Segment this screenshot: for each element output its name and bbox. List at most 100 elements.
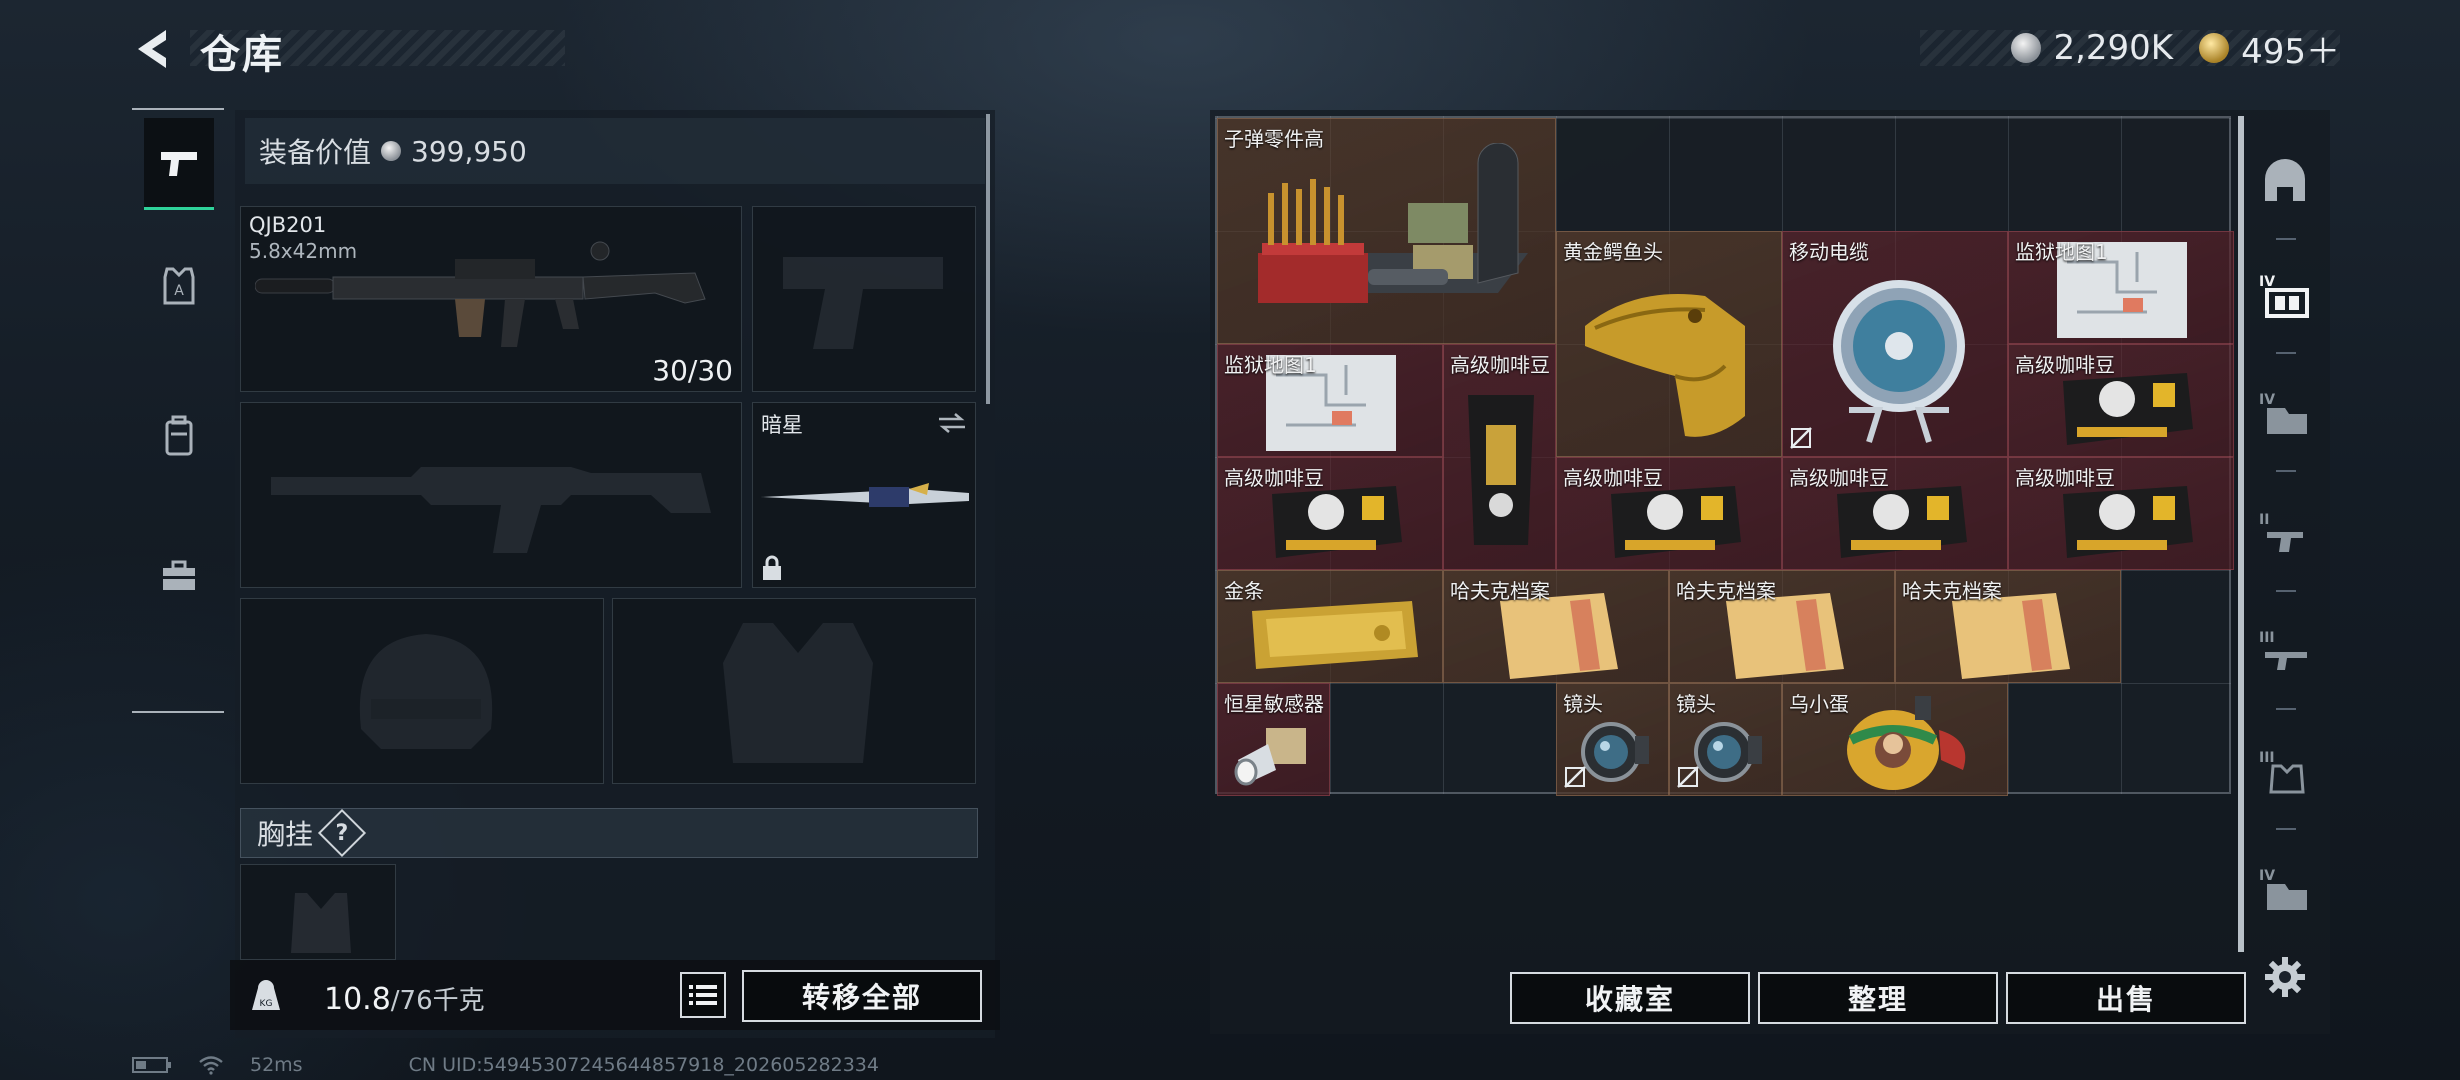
chest-rig-label: 胸挂 [257,818,314,851]
stash-item-crow-egg[interactable]: 乌小蛋 [1782,683,2008,796]
stash-item-hafk-archive[interactable]: 哈夫克档案 [1443,570,1669,683]
not-insured-icon [1564,766,1586,788]
tab-main-stash[interactable] [2254,150,2316,212]
tab-stash-iii-armor[interactable]: III [2254,740,2316,802]
nav-weapons[interactable] [144,118,214,210]
body-armor-slot[interactable] [612,598,976,784]
coffee-pack-icon [2063,486,2193,558]
stash-item-cable-reel[interactable]: 移动电缆 [1782,231,2008,457]
weight-readout: 10.8/76千克 [324,980,485,1017]
folder-icon [1726,593,1844,679]
ammo-crate-icon [1258,143,1528,303]
currency-bar: 2,290K 495＋ [1920,28,2340,72]
stash-item-lens[interactable]: 镜头 [1556,683,1669,796]
equipment-nav: A [132,108,224,713]
tab-stash-iv-active[interactable]: IV [2254,264,2316,326]
list-view-button[interactable] [680,972,726,1018]
user-uid: CN UID:5494530724564485791​8_20260528233… [408,1054,879,1076]
stash-item-ammo-parts[interactable]: 子弹零件高 [1217,118,1556,344]
rifle-icon [255,241,706,347]
sensor-icon [1234,728,1306,786]
gold-bar-icon [1252,601,1418,669]
nav-armor[interactable]: A [144,240,214,332]
svg-text:A: A [174,283,184,299]
stash-item-coffee[interactable]: 高级咖啡豆 [1556,457,1782,570]
backpack-icon [165,415,193,456]
item-label: 哈夫克档案 [1902,579,2002,603]
settings-button[interactable] [2254,946,2316,1008]
chest-rig-slot[interactable] [240,864,396,960]
weapon-ammo: 30/30 [652,354,733,387]
swap-icon[interactable] [937,411,967,435]
pistol-icon [161,151,197,176]
stash-tab-2-icon: II [2259,512,2303,552]
item-label: 乌小蛋 [1789,692,1849,716]
battery-icon [132,1057,171,1073]
svg-text:III: III [2259,630,2275,646]
cable-reel-icon [1833,280,1965,443]
stash-item-coffee[interactable]: 高级咖啡豆 [2008,457,2234,570]
back-button[interactable] [130,24,180,74]
stash-tab-4c-icon: IV [2259,868,2307,910]
tab-stash-iii[interactable]: III [2254,620,2316,682]
page-title: 仓库 [200,32,284,78]
stash-item-hafk-archive[interactable]: 哈夫克档案 [1669,570,1895,683]
primary-weapon-slot[interactable]: QJB201 5.8x42mm 30/30 [240,206,742,392]
item-label: 高级咖啡豆 [1563,466,1663,490]
stash-scrollbar[interactable] [2238,116,2244,952]
stash-item-hafk-archive[interactable]: 哈夫克档案 [1895,570,2121,683]
nav-toolkit[interactable] [144,530,214,622]
stash-item-gold-bar[interactable]: 金条 [1217,570,1443,683]
stash-item-prison-map[interactable]: 监狱地图1 [2008,231,2234,344]
item-label: 镜头 [1563,692,1603,716]
chest-rig-help-button[interactable]: ? [317,808,367,858]
weight-current: 10.8 [324,982,391,1017]
collection-room-button[interactable]: 收藏室 [1510,972,1750,1024]
tab-stash-iv-b[interactable]: IV [2254,382,2316,444]
item-label: 高级咖啡豆 [1224,466,1324,490]
secondary-weapon-slot[interactable] [752,206,976,392]
melee-slot[interactable]: 暗星 [752,402,976,588]
gold-amount[interactable]: 495＋ [2241,24,2340,73]
chest-rig-silhouette-icon [291,893,351,953]
secondary-primary-slot[interactable] [240,402,742,588]
equipment-scrollbar[interactable] [986,114,990,404]
silver-amount: 2,290K [2053,28,2174,68]
stash-grid: 子弹零件高 黄金鳄鱼头 移动电缆 监狱地图1 监狱地图1 高级咖啡豆 高级咖啡豆… [1215,116,2234,796]
stash-item-lens[interactable]: 镜头 [1669,683,1782,796]
helmet-tab-icon [2265,159,2305,201]
back-arrow-icon [138,30,166,68]
helmet-slot[interactable] [240,598,604,784]
item-label: 监狱地图1 [2015,240,2108,264]
stash-item-coffee-tall[interactable]: 高级咖啡豆 [1443,344,1556,570]
gold-coin-icon [2199,33,2230,63]
stash-item-coffee[interactable]: 高级咖啡豆 [2008,344,2234,457]
pistol-silhouette-icon [783,257,943,349]
svg-text:IV: IV [2259,274,2275,290]
stash-item-star-sensor[interactable]: 恒星敏感器 [1217,683,1330,796]
not-insured-icon [1677,766,1699,788]
coffee-pack-icon [1837,486,1967,558]
stash-item-gold-croc[interactable]: 黄金鳄鱼头 [1556,231,1782,457]
stash-item-coffee[interactable]: 高级咖啡豆 [1217,457,1443,570]
svg-text:III: III [2259,750,2275,766]
item-label: 高级咖啡豆 [2015,466,2115,490]
stash-item-prison-map-2[interactable]: 监狱地图1 [1217,344,1443,457]
nav-backpack[interactable] [144,390,214,482]
weight-icon: KG [248,978,284,1014]
item-label: 高级咖啡豆 [2015,353,2115,377]
folder-icon [1952,593,2070,679]
item-label: 黄金鳄鱼头 [1563,240,1663,264]
transfer-all-button[interactable]: 转移全部 [742,970,982,1022]
equipment-value-amount: 399,950 [411,134,527,168]
organize-button[interactable]: 整理 [1758,972,1998,1024]
knife-icon [761,483,969,507]
equipment-value-bar: 装备价值 399,950 [245,118,985,184]
lens-icon [1694,722,1762,782]
tab-stash-ii[interactable]: II [2254,502,2316,564]
armor-vest-icon: A [163,267,195,305]
tab-stash-iv-c[interactable]: IV [2254,858,2316,920]
stash-item-coffee[interactable]: 高级咖啡豆 [1782,457,2008,570]
lens-icon [1581,722,1649,782]
sell-button[interactable]: 出售 [2006,972,2246,1024]
